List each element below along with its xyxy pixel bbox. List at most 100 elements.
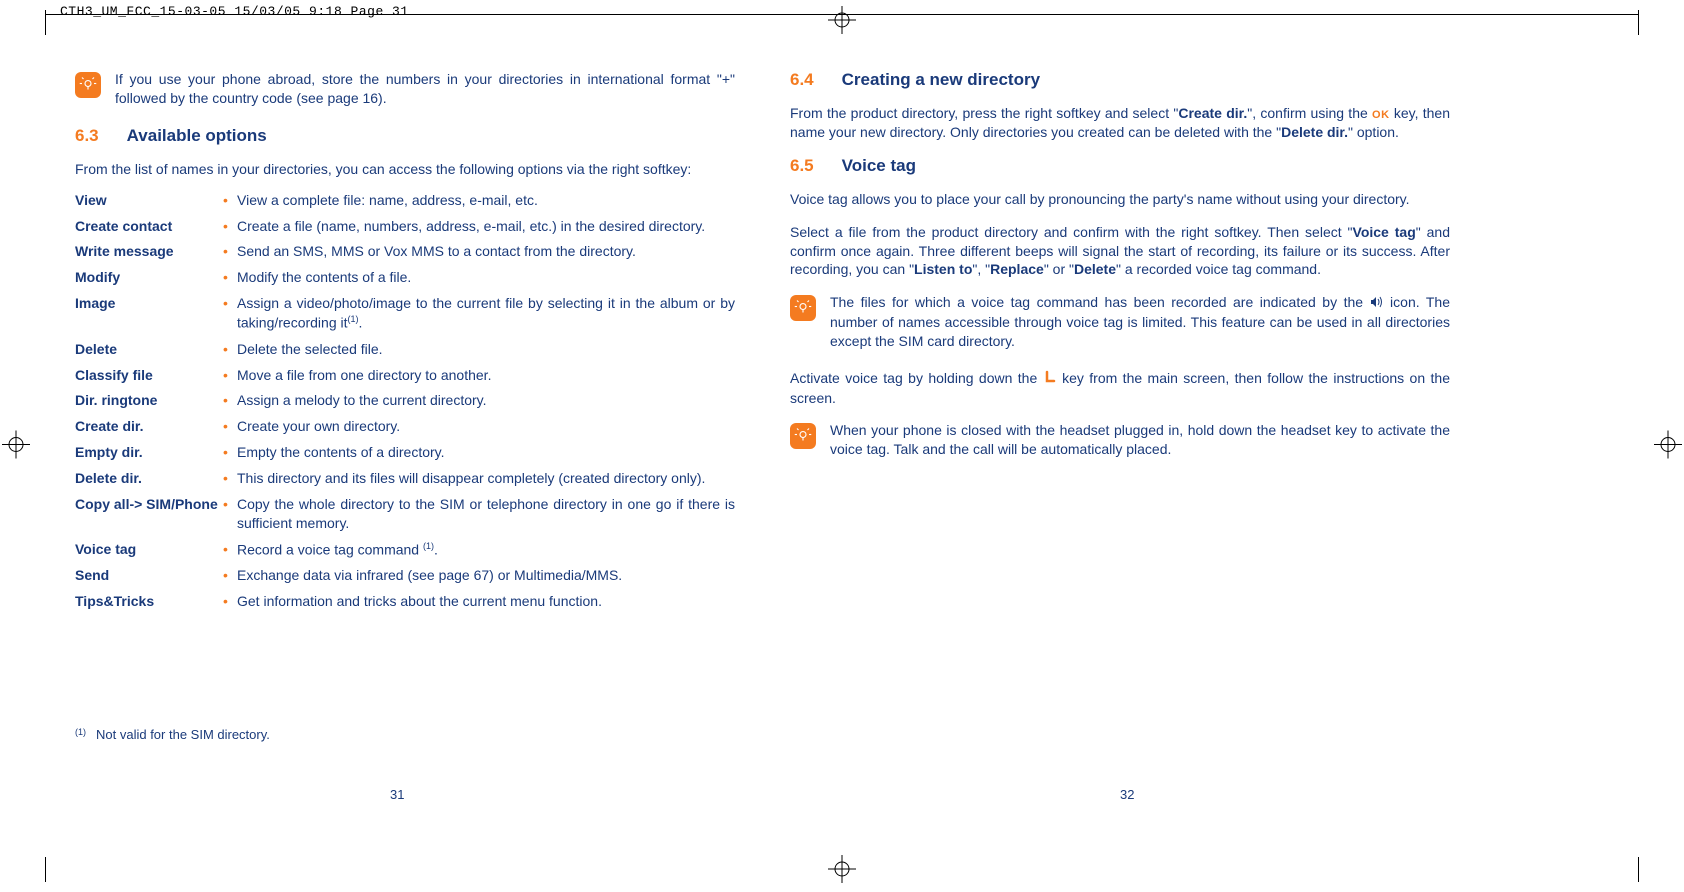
bullet-icon: •	[223, 540, 237, 560]
option-description: Record a voice tag command (1).	[237, 540, 735, 560]
option-row: Image•Assign a video/photo/image to the …	[75, 294, 735, 332]
option-label: Voice tag	[75, 540, 223, 560]
section-intro: From the list of names in your directori…	[75, 160, 735, 179]
bullet-icon: •	[223, 242, 237, 261]
option-description: Create a file (name, numbers, address, e…	[237, 217, 735, 236]
bullet-icon: •	[223, 340, 237, 359]
section-title: Available options	[127, 126, 267, 146]
tip-block: When your phone is closed with the heads…	[790, 421, 1450, 459]
tip-text: When your phone is closed with the heads…	[830, 421, 1450, 459]
footnote: (1) Not valid for the SIM directory.	[75, 727, 270, 742]
option-label: View	[75, 191, 223, 210]
registration-mark-top	[828, 6, 856, 37]
section-heading: 6.4 Creating a new directory	[790, 70, 1450, 90]
registration-mark-right	[1654, 431, 1682, 462]
footnote-text: Not valid for the SIM directory.	[96, 727, 270, 742]
option-description: Get information and tricks about the cur…	[237, 592, 735, 611]
option-row: Classify file•Move a file from one direc…	[75, 366, 735, 385]
option-description: This directory and its files will disapp…	[237, 469, 735, 488]
option-label: Create contact	[75, 217, 223, 236]
option-description: View a complete file: name, address, e-m…	[237, 191, 735, 210]
option-row: Tips&Tricks•Get information and tricks a…	[75, 592, 735, 611]
option-row: Create contact•Create a file (name, numb…	[75, 217, 735, 236]
option-label: Modify	[75, 268, 223, 287]
bullet-icon: •	[223, 469, 237, 488]
option-label: Tips&Tricks	[75, 592, 223, 611]
option-label: Dir. ringtone	[75, 391, 223, 410]
print-header: CTH3_UM_FCC_15-03-05 15/03/05 9:18 Page …	[60, 4, 409, 19]
section-title: Creating a new directory	[842, 70, 1040, 90]
option-label: Copy all-> SIM/Phone	[75, 495, 223, 533]
option-description: Send an SMS, MMS or Vox MMS to a contact…	[237, 242, 735, 261]
registration-mark-bottom	[828, 855, 856, 886]
paragraph: Select a file from the product directory…	[790, 223, 1450, 280]
section-title: Voice tag	[842, 156, 916, 176]
option-row: Send•Exchange data via infrared (see pag…	[75, 566, 735, 585]
l-key-icon	[1043, 370, 1057, 389]
tip-text: If you use your phone abroad, store the …	[115, 70, 735, 108]
option-description: Assign a melody to the current directory…	[237, 391, 735, 410]
crop-tick	[45, 857, 46, 882]
bullet-icon: •	[223, 391, 237, 410]
option-row: Modify•Modify the contents of a file.	[75, 268, 735, 287]
crop-tick	[1638, 10, 1639, 35]
option-description: Assign a video/photo/image to the curren…	[237, 294, 735, 332]
page-right: 6.4 Creating a new directory From the pr…	[790, 70, 1450, 477]
option-description: Delete the selected file.	[237, 340, 735, 359]
ok-key-label: OK	[1372, 109, 1390, 121]
bullet-icon: •	[223, 495, 237, 533]
tip-icon	[75, 72, 101, 98]
paragraph: From the product directory, press the ri…	[790, 104, 1450, 142]
option-description: Empty the contents of a directory.	[237, 443, 735, 462]
speaker-icon	[1370, 294, 1384, 313]
option-row: Voice tag•Record a voice tag command (1)…	[75, 540, 735, 560]
option-description: Modify the contents of a file.	[237, 268, 735, 287]
options-list: View•View a complete file: name, address…	[75, 191, 735, 611]
registration-mark-left	[2, 431, 30, 462]
option-row: Delete dir.•This directory and its files…	[75, 469, 735, 488]
option-label: Empty dir.	[75, 443, 223, 462]
option-row: Create dir.•Create your own directory.	[75, 417, 735, 436]
option-label: Send	[75, 566, 223, 585]
tip-text: The files for which a voice tag command …	[830, 293, 1450, 351]
paragraph: Voice tag allows you to place your call …	[790, 190, 1450, 209]
page-left: If you use your phone abroad, store the …	[75, 70, 735, 618]
bullet-icon: •	[223, 417, 237, 436]
option-row: Copy all-> SIM/Phone•Copy the whole dire…	[75, 495, 735, 533]
bullet-icon: •	[223, 366, 237, 385]
page-number-left: 31	[390, 787, 404, 802]
option-label: Delete	[75, 340, 223, 359]
option-row: Dir. ringtone•Assign a melody to the cur…	[75, 391, 735, 410]
option-label: Create dir.	[75, 417, 223, 436]
option-description: Create your own directory.	[237, 417, 735, 436]
option-label: Delete dir.	[75, 469, 223, 488]
crop-tick	[45, 10, 46, 35]
tip-block: The files for which a voice tag command …	[790, 293, 1450, 351]
paragraph: Activate voice tag by holding down the k…	[790, 369, 1450, 408]
bullet-icon: •	[223, 443, 237, 462]
bullet-icon: •	[223, 268, 237, 287]
bullet-icon: •	[223, 592, 237, 611]
option-row: Delete•Delete the selected file.	[75, 340, 735, 359]
option-label: Write message	[75, 242, 223, 261]
bullet-icon: •	[223, 191, 237, 210]
option-description: Exchange data via infrared (see page 67)…	[237, 566, 735, 585]
footnote-mark: (1)	[75, 727, 86, 742]
option-row: Write message•Send an SMS, MMS or Vox MM…	[75, 242, 735, 261]
option-label: Classify file	[75, 366, 223, 385]
section-heading: 6.3 Available options	[75, 126, 735, 146]
bullet-icon: •	[223, 566, 237, 585]
tip-block: If you use your phone abroad, store the …	[75, 70, 735, 108]
bullet-icon: •	[223, 294, 237, 332]
option-row: View•View a complete file: name, address…	[75, 191, 735, 210]
option-label: Image	[75, 294, 223, 332]
section-number: 6.3	[75, 126, 99, 146]
crop-tick	[1638, 857, 1639, 882]
section-number: 6.5	[790, 156, 814, 176]
tip-icon	[790, 295, 816, 321]
section-number: 6.4	[790, 70, 814, 90]
section-heading: 6.5 Voice tag	[790, 156, 1450, 176]
bullet-icon: •	[223, 217, 237, 236]
option-description: Move a file from one directory to anothe…	[237, 366, 735, 385]
option-row: Empty dir.•Empty the contents of a direc…	[75, 443, 735, 462]
